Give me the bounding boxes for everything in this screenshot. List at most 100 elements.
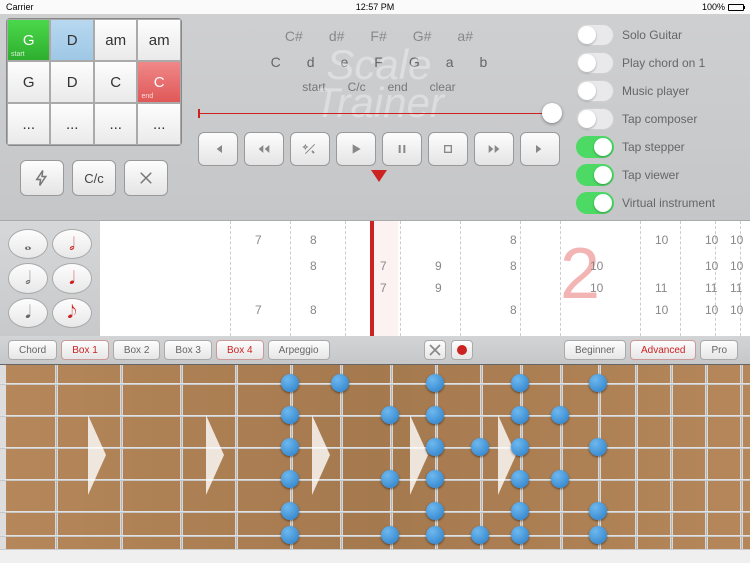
chord-cell[interactable]: Cend [137,61,181,103]
rewind-button[interactable] [244,132,284,166]
fretboard[interactable] [0,364,750,550]
tab-box-4[interactable]: Box 4 [216,340,264,360]
note-button[interactable]: G# [413,28,432,44]
duration-button[interactable]: 𝅘𝅥 [52,263,92,293]
tab-box-3[interactable]: Box 3 [164,340,212,360]
action-button[interactable]: C/c [348,80,366,94]
fret-dot[interactable] [511,502,529,520]
slider-knob[interactable] [542,103,562,123]
fret-dot[interactable] [331,374,349,392]
chord-cell[interactable]: C [94,61,137,103]
fret-number-strip: 2 77888779988810101011101010111010101110 [100,221,750,336]
play-button[interactable] [336,132,376,166]
note-button[interactable]: F# [370,28,386,44]
fret-dot[interactable] [426,502,444,520]
skip-end-button[interactable] [520,132,560,166]
fret-dot[interactable] [281,374,299,392]
fret-dot[interactable] [381,526,399,544]
tab-beginner[interactable]: Beginner [564,340,626,360]
fret-dot[interactable] [426,406,444,424]
action-button[interactable]: clear [430,80,456,94]
lightning-button[interactable] [20,160,64,196]
fret-dot[interactable] [281,470,299,488]
chord-cell[interactable]: ... [7,103,50,145]
fret-dot[interactable] [589,438,607,456]
fret-dot[interactable] [381,470,399,488]
chord-cell[interactable]: am [94,19,137,61]
toggle-switch[interactable] [576,24,614,46]
chord-cell[interactable]: ... [50,103,93,145]
tab-pro[interactable]: Pro [700,340,738,360]
chord-cell[interactable]: ... [94,103,137,145]
fret-dot[interactable] [511,438,529,456]
fret-dot[interactable] [471,526,489,544]
tab-arpeggio[interactable]: Arpeggio [268,340,330,360]
chord-cell[interactable]: ... [137,103,181,145]
fret-dot[interactable] [511,406,529,424]
toggle-switch[interactable] [576,192,614,214]
fret-dot[interactable] [426,470,444,488]
duration-button[interactable]: 𝅗𝅥 [52,229,92,259]
note-button[interactable]: C# [285,28,303,44]
note-button[interactable]: a# [457,28,473,44]
chord-cell[interactable]: D [50,61,93,103]
toggle-switch[interactable] [576,136,614,158]
timeline-slider[interactable] [198,104,560,122]
skip-start-button[interactable] [198,132,238,166]
battery-label: 100% [702,2,725,12]
duration-button[interactable]: 𝅝 [8,229,48,259]
tab-box-1[interactable]: Box 1 [61,340,109,360]
toggle-switch[interactable] [576,164,614,186]
toggle-switch[interactable] [576,108,614,130]
note-button[interactable]: d# [329,28,345,44]
tab-advanced[interactable]: Advanced [630,340,696,360]
magic-button[interactable] [290,132,330,166]
fret-dot[interactable] [589,374,607,392]
chord-cell[interactable]: G [7,61,50,103]
record-button[interactable] [451,340,473,360]
fret-dot[interactable] [551,470,569,488]
fret-dot[interactable] [281,502,299,520]
fret-dot[interactable] [589,502,607,520]
note-button[interactable]: C [271,54,281,70]
action-button[interactable]: end [388,80,408,94]
note-button[interactable]: G [409,54,420,70]
clear-button[interactable] [124,160,168,196]
fret-dot[interactable] [426,374,444,392]
fret-dot[interactable] [281,438,299,456]
duration-button[interactable]: 𝅘𝅥𝅮 [52,298,92,328]
fret-dot[interactable] [426,438,444,456]
fret-dot[interactable] [511,374,529,392]
fret-dot[interactable] [511,526,529,544]
fret-dot[interactable] [281,526,299,544]
duration-button[interactable]: 𝅘𝅥 [8,298,48,328]
fret-dot[interactable] [426,526,444,544]
carrier-label: Carrier [6,2,34,12]
note-button[interactable]: e [340,54,348,70]
tab-box-2[interactable]: Box 2 [113,340,161,360]
chord-cell[interactable]: D [50,19,93,61]
toggle-switch[interactable] [576,80,614,102]
fret-dot[interactable] [551,406,569,424]
pause-button[interactable] [382,132,422,166]
duration-button[interactable]: 𝅗𝅥 [8,263,48,293]
fret-dot[interactable] [381,406,399,424]
fret-dot[interactable] [471,438,489,456]
chord-cell[interactable]: am [137,19,181,61]
close-record-button[interactable] [424,340,446,360]
forward-button[interactable] [474,132,514,166]
chord-cell[interactable]: Gstart [7,19,50,61]
note-button[interactable]: F [374,54,383,70]
fret-dot[interactable] [511,470,529,488]
note-button[interactable]: a [446,54,454,70]
fret-dot[interactable] [281,406,299,424]
action-button[interactable]: start [302,80,325,94]
cc-button[interactable]: C/c [72,160,116,196]
tab-chord[interactable]: Chord [8,340,57,360]
toggle-switch[interactable] [576,52,614,74]
note-button[interactable]: b [480,54,488,70]
fret-dot[interactable] [589,526,607,544]
note-button[interactable]: d [307,54,315,70]
toggle-label: Music player [622,84,689,98]
stop-button[interactable] [428,132,468,166]
